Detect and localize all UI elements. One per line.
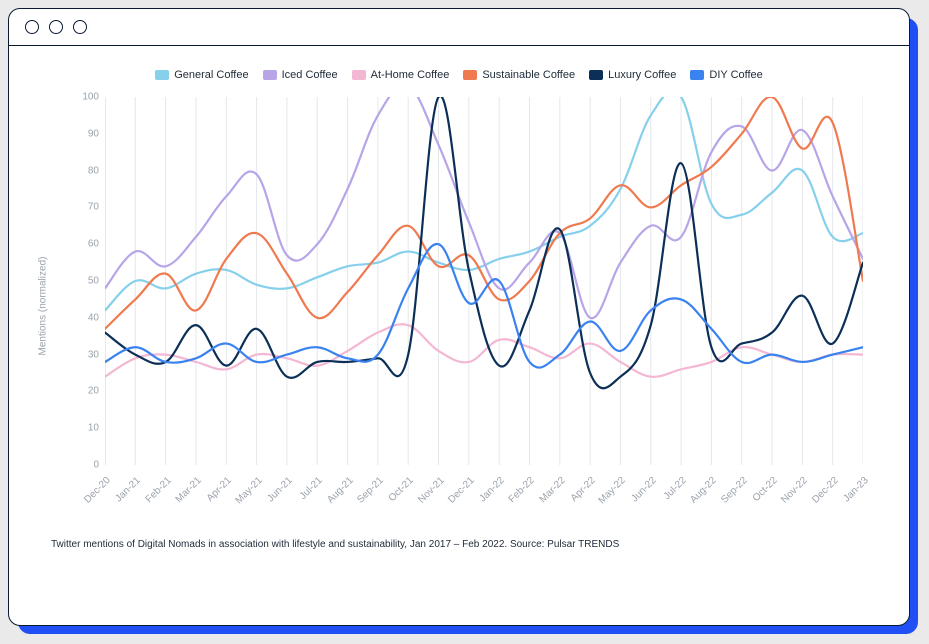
y-tick-label: 40 — [69, 312, 99, 323]
x-tick-label: Aug-22 — [689, 475, 720, 506]
y-tick-label: 10 — [69, 423, 99, 434]
x-tick-label: Aug-21 — [325, 475, 356, 506]
legend-item[interactable]: At-Home Coffee — [352, 69, 450, 81]
screenshot-stage: General Coffee Iced Coffee At-Home Coffee S… — [0, 0, 929, 644]
window-control-dot[interactable] — [73, 20, 87, 34]
y-tick-label: 20 — [69, 386, 99, 397]
x-tick-label: Mar-21 — [174, 475, 204, 505]
legend-swatch — [155, 70, 169, 80]
x-tick-label: May-22 — [597, 475, 628, 506]
legend-label: At-Home Coffee — [371, 69, 450, 81]
y-tick-label: 90 — [69, 128, 99, 139]
legend-item[interactable]: Luxury Coffee — [589, 69, 676, 81]
plot-area — [105, 97, 863, 465]
gridlines — [105, 97, 863, 465]
chart-svg — [105, 97, 863, 465]
legend-label: Sustainable Coffee — [482, 69, 575, 81]
x-tick-label: Feb-22 — [507, 475, 537, 505]
window-control-dot[interactable] — [25, 20, 39, 34]
legend-swatch — [690, 70, 704, 80]
legend-label: General Coffee — [174, 69, 248, 81]
window-titlebar — [9, 9, 909, 46]
browser-window: General Coffee Iced Coffee At-Home Coffee S… — [8, 8, 910, 626]
chart-caption: Twitter mentions of Digital Nomads in as… — [51, 539, 867, 550]
x-tick-label: Sep-22 — [719, 475, 750, 506]
y-tick-label: 100 — [69, 92, 99, 103]
y-axis-ticks: 0 10 20 30 40 50 60 70 80 90 100 — [69, 91, 99, 521]
x-tick-label: Jan-21 — [114, 475, 143, 504]
legend-item[interactable]: Iced Coffee — [263, 69, 338, 81]
legend-label: DIY Coffee — [709, 69, 762, 81]
x-tick-label: Sep-21 — [355, 475, 386, 506]
legend-swatch — [263, 70, 277, 80]
x-tick-label: Feb-21 — [143, 475, 173, 505]
legend-item[interactable]: General Coffee — [155, 69, 248, 81]
y-axis-label: Mentions (normalized) — [38, 257, 49, 356]
y-tick-label: 80 — [69, 165, 99, 176]
x-tick-label: Jul-22 — [662, 475, 689, 502]
y-tick-label: 70 — [69, 202, 99, 213]
x-tick-label: Mar-22 — [537, 475, 567, 505]
x-tick-label: May-21 — [233, 475, 264, 506]
chart-legend: General Coffee Iced Coffee At-Home Coffee S… — [51, 69, 867, 81]
y-tick-label: 60 — [69, 239, 99, 250]
x-tick-label: Nov-21 — [416, 475, 447, 506]
x-tick-label: Apr-21 — [205, 475, 234, 504]
legend-item[interactable]: Sustainable Coffee — [463, 69, 575, 81]
y-tick-label: 0 — [69, 460, 99, 471]
x-tick-label: Oct-22 — [751, 475, 780, 504]
x-tick-label: Jun-22 — [629, 475, 658, 504]
x-axis-ticks: Dec-20Jan-21Feb-21Mar-21Apr-21May-21Jun-… — [105, 469, 863, 521]
x-tick-label: Nov-22 — [780, 475, 811, 506]
x-tick-label: Dec-22 — [810, 475, 841, 506]
x-tick-label: Oct-21 — [387, 475, 416, 504]
window-control-dot[interactable] — [49, 20, 63, 34]
x-tick-label: Jul-21 — [298, 475, 325, 502]
y-tick-label: 50 — [69, 276, 99, 287]
x-tick-label: Jan-23 — [841, 475, 870, 504]
series-group — [105, 97, 863, 388]
series-line — [105, 97, 863, 318]
legend-item[interactable]: DIY Coffee — [690, 69, 762, 81]
x-tick-label: Dec-21 — [446, 475, 477, 506]
legend-swatch — [589, 70, 603, 80]
y-tick-label: 30 — [69, 349, 99, 360]
x-tick-label: Jun-21 — [265, 475, 294, 504]
legend-label: Iced Coffee — [282, 69, 338, 81]
x-tick-label: Apr-22 — [569, 475, 598, 504]
x-tick-label: Jan-22 — [478, 475, 507, 504]
legend-swatch — [463, 70, 477, 80]
legend-label: Luxury Coffee — [608, 69, 676, 81]
chart-wrap: Mentions (normalized) 010203040506070809… — [51, 91, 867, 521]
legend-swatch — [352, 70, 366, 80]
chart-content: General Coffee Iced Coffee At-Home Coffee S… — [9, 45, 909, 625]
